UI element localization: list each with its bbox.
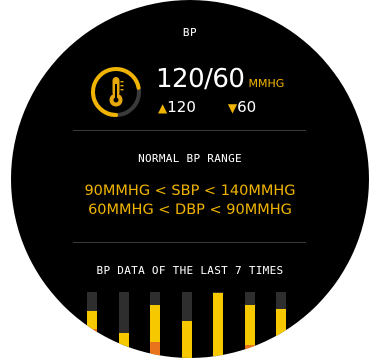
bp-value: 120/60 — [156, 64, 245, 94]
up-triangle-icon: ▲ — [158, 101, 168, 115]
bar-high — [276, 308, 286, 358]
bar-column — [213, 292, 223, 358]
bar-low — [244, 344, 255, 358]
bar-low — [87, 329, 97, 358]
bp-reading: 120/60 MMHG — [156, 64, 284, 94]
thermometer-icon — [109, 77, 124, 107]
dbp-range: 60MMHG < DBP < 90MMHG — [88, 202, 292, 218]
bar-high — [181, 320, 192, 358]
bar-column — [150, 292, 160, 358]
bar-column — [87, 292, 97, 358]
down-triangle-icon: ▼ — [227, 101, 238, 115]
divider — [73, 242, 306, 243]
bar-high — [118, 333, 129, 358]
normal-range-label: NORMAL BP RANGE — [138, 152, 242, 165]
divider — [73, 130, 306, 131]
bar-high — [213, 292, 223, 358]
screen-title: BP — [182, 26, 198, 39]
history-label: BP DATA OF THE LAST 7 TIMES — [96, 264, 284, 277]
watch-screen: BP 120/60 MMHG ▲120 ▼60 NORMAL BP RANGE 90… — [11, 0, 369, 358]
bar-column — [276, 292, 286, 358]
bp-gauge — [89, 65, 143, 119]
bp-subvalues: ▲120 ▼60 — [158, 98, 256, 116]
bar-low — [150, 341, 160, 358]
sbp-range: 90MMHG < SBP < 140MMHG — [84, 183, 296, 199]
bar-column — [181, 292, 192, 358]
bp-history-chart — [87, 292, 307, 358]
bar-column — [244, 292, 255, 358]
diastolic-value: 60 — [237, 98, 257, 116]
bar-column — [118, 292, 129, 358]
bp-unit: MMHG — [248, 77, 285, 90]
systolic-value: 120 — [167, 98, 196, 116]
